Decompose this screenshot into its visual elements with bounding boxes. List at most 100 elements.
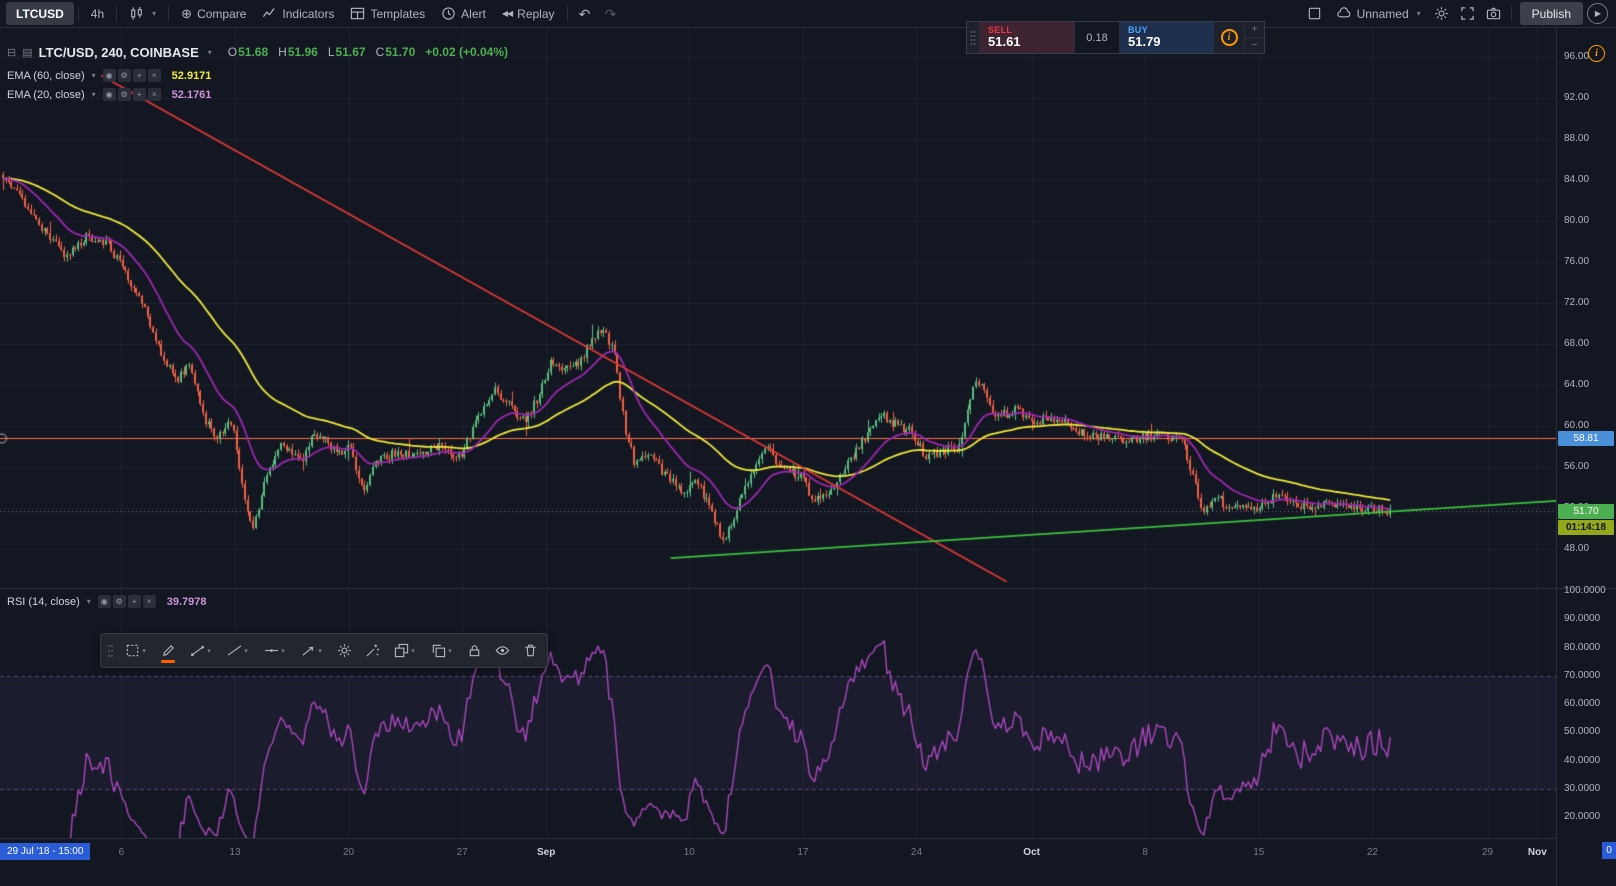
- buy-button[interactable]: BUY 51.79: [1120, 22, 1214, 53]
- time-axis-label: Sep: [536, 847, 556, 858]
- eye-icon[interactable]: ◉: [97, 595, 111, 608]
- price-axis-label: 48.00: [1564, 543, 1590, 554]
- fullscreen-button[interactable]: [1455, 3, 1481, 25]
- ema20-value: 52.1761: [171, 88, 212, 101]
- arrow-line-icon: [302, 646, 314, 656]
- templates-icon: [351, 7, 365, 20]
- open-label: O: [227, 45, 238, 59]
- interval-button[interactable]: 4h: [83, 3, 112, 25]
- clone-button[interactable]: ▾: [423, 635, 460, 666]
- high-label: H: [278, 45, 287, 59]
- chevron-down-icon: ▾: [448, 647, 452, 655]
- gear-icon[interactable]: ⚙: [117, 88, 131, 101]
- rsi-axis-label: 90.0000: [1564, 613, 1601, 625]
- copy-icon: [433, 644, 446, 658]
- redo-icon: ↷: [604, 5, 617, 22]
- close-icon[interactable]: ×: [147, 88, 161, 101]
- rsi-axis-label: 30.0000: [1564, 782, 1601, 794]
- settings-button[interactable]: [1429, 3, 1455, 25]
- chevron-down-icon: ▾: [91, 90, 96, 99]
- layers-button[interactable]: ▾: [386, 635, 423, 666]
- cloud-layout-button[interactable]: Unnamed ▾: [1328, 3, 1429, 25]
- gear-icon: [337, 644, 351, 657]
- price-axis-label: 56.00: [1564, 461, 1590, 472]
- add-icon[interactable]: +: [132, 88, 146, 101]
- collapse-pane-icon[interactable]: ⊟: [7, 46, 16, 59]
- time-axis-label: 29: [1481, 847, 1494, 858]
- minus-button[interactable]: −: [1245, 38, 1264, 53]
- plus-button[interactable]: +: [1245, 22, 1264, 38]
- indicator-ema20[interactable]: EMA (20, close) ▾ ◉ ⚙ + × 52.1761: [7, 86, 508, 103]
- price-axis-label: 92.00: [1564, 92, 1590, 103]
- trend-line-tool-button[interactable]: ▾: [182, 635, 219, 666]
- rsi-value: 39.7978: [166, 595, 207, 608]
- grip-dots-icon: [970, 30, 976, 45]
- add-icon[interactable]: +: [127, 595, 141, 608]
- brush-tool-button[interactable]: [154, 635, 182, 666]
- sell-button[interactable]: SELL 51.61: [980, 22, 1074, 53]
- add-icon[interactable]: +: [132, 69, 146, 82]
- templates-button[interactable]: Templates: [342, 3, 433, 25]
- time-axis-label: 10: [683, 847, 695, 858]
- close-icon[interactable]: ×: [142, 595, 156, 608]
- extended-line-icon: [227, 645, 242, 656]
- chevron-down-icon: ▾: [411, 647, 415, 655]
- screenshot-button[interactable]: [1481, 3, 1507, 25]
- magic-tool-button[interactable]: [358, 635, 386, 666]
- arrow-line-tool-button[interactable]: ▾: [293, 635, 330, 666]
- replay-button[interactable]: ◀◀ Replay: [494, 3, 563, 25]
- chevron-down-icon: ▾: [281, 647, 285, 655]
- horizontal-line-tool-button[interactable]: ▾: [256, 635, 293, 666]
- time-axis-label: 17: [797, 847, 809, 858]
- layout-square-icon: [1308, 7, 1321, 20]
- eye-icon[interactable]: ◉: [102, 88, 116, 101]
- time-axis-label: 24: [910, 847, 923, 858]
- data-warning-icon[interactable]: i: [1588, 45, 1605, 62]
- pane-style-icon[interactable]: ▤: [22, 46, 32, 59]
- lock-button[interactable]: [460, 635, 488, 666]
- chart-style-button[interactable]: ▾: [121, 3, 164, 25]
- separator: [77, 5, 79, 22]
- chart-title[interactable]: LTC/USD, 240, COINBASE: [39, 45, 199, 60]
- drag-handle[interactable]: [104, 636, 117, 666]
- delete-button[interactable]: [516, 635, 544, 666]
- compare-plus-icon: ⊕: [181, 6, 193, 21]
- extended-line-tool-button[interactable]: ▾: [219, 635, 256, 666]
- drawing-settings-button[interactable]: [330, 635, 358, 666]
- close-label: C: [375, 45, 385, 59]
- indicator-controls: ◉ ⚙ + ×: [97, 595, 156, 608]
- indicators-button[interactable]: Indicators: [254, 3, 342, 25]
- gear-icon[interactable]: ⚙: [117, 69, 131, 82]
- cursor-tool-button[interactable]: ▾: [117, 635, 154, 666]
- level-price-tag[interactable]: 58.81: [1558, 431, 1614, 446]
- redo-button[interactable]: ↷: [598, 3, 624, 25]
- compare-button[interactable]: ⊕ Compare: [173, 3, 254, 25]
- rsi-axis-label: 60.0000: [1564, 698, 1601, 709]
- layout-grid-button[interactable]: [1302, 3, 1328, 25]
- trend-line-icon: [191, 645, 205, 657]
- drag-handle[interactable]: [967, 22, 980, 53]
- indicator-ema60[interactable]: EMA (60, close) ▾ ◉ ⚙ + × 52.9171: [7, 67, 508, 84]
- publish-button[interactable]: Publish: [1519, 2, 1583, 25]
- time-axis-label: 6: [118, 847, 125, 858]
- undo-button[interactable]: ↶: [572, 3, 598, 25]
- chart-canvas[interactable]: [0, 28, 1616, 886]
- alert-button[interactable]: Alert: [433, 3, 494, 25]
- templates-label: Templates: [370, 6, 426, 21]
- close-icon[interactable]: ×: [147, 69, 161, 82]
- fullscreen-icon: [1461, 7, 1474, 20]
- indicator-rsi[interactable]: RSI (14, close) ▾ ◉ ⚙ + × 39.7978: [7, 593, 207, 610]
- layers-icon: [395, 643, 409, 658]
- gear-icon[interactable]: ⚙: [112, 595, 126, 608]
- order-info-button[interactable]: i: [1214, 22, 1244, 53]
- play-button[interactable]: ▶: [1587, 3, 1608, 24]
- time-axis-label: 27: [456, 847, 468, 858]
- time-axis[interactable]: 29 Jul '18 - 15:00 6 13 20 27 Sep 10 17 24 Oct 8 1…: [0, 838, 1556, 886]
- price-axis[interactable]: 96.00 92.00 88.00 84.00 80.00 76.00 72.00 68.00…: [1556, 28, 1616, 886]
- camera-icon: [1486, 7, 1501, 20]
- hide-button[interactable]: [488, 635, 516, 666]
- eye-icon[interactable]: ◉: [102, 69, 116, 82]
- time-range-tag: 29 Jul '18 - 15:00: [0, 843, 91, 860]
- symbol-button[interactable]: LTCUSD: [6, 2, 74, 25]
- grip-dots-icon: [108, 644, 113, 657]
